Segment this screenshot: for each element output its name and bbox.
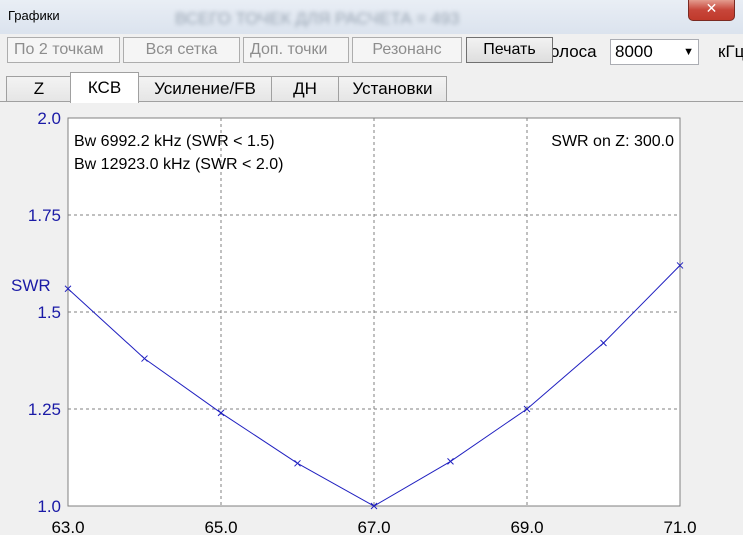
band-select[interactable]: 8000 ▼ xyxy=(610,39,699,65)
tab-gain-fb[interactable]: Усиление/FB xyxy=(138,76,272,102)
x-tick-label: 65.0 xyxy=(204,518,237,536)
background-window-title: ВСЕГО ТОЧЕК ДЛЯ РАСЧЕТА = 493 xyxy=(175,9,460,28)
toolbar: По 2 точкам Вся сетка Доп. точки Резонан… xyxy=(0,34,743,70)
window-title: Графики xyxy=(8,8,60,23)
resonance-button[interactable]: Резонанс xyxy=(352,37,462,63)
bandwidth-15-annotation: Bw 6992.2 kHz (SWR < 1.5) xyxy=(74,133,275,150)
y-tick-label: 1.25 xyxy=(28,400,61,419)
bandwidth-20-annotation: Bw 12923.0 kHz (SWR < 2.0) xyxy=(74,156,283,173)
tab-pattern[interactable]: ДН xyxy=(271,76,339,102)
y-tick-label: 1.5 xyxy=(37,303,61,322)
y-axis-label: SWR xyxy=(11,276,51,295)
two-points-button[interactable]: По 2 точкам xyxy=(7,37,120,63)
swr-on-z-annotation: SWR on Z: 300.0 xyxy=(551,133,674,150)
close-button[interactable]: ✕ xyxy=(688,0,735,21)
tab-z[interactable]: Z xyxy=(6,76,72,102)
swr-chart: 1.0 1.25 1.5 1.75 2.0 63.0 65.0 67.0 69.0 71.0 Bw… xyxy=(11,109,697,536)
y-tick-label: 2.0 xyxy=(37,109,61,128)
band-value: 8000 xyxy=(615,42,653,61)
x-tick-label: 67.0 xyxy=(357,518,390,536)
x-tick-label: 63.0 xyxy=(51,518,84,536)
print-button[interactable]: Печать xyxy=(466,37,553,63)
full-grid-button[interactable]: Вся сетка xyxy=(123,37,240,63)
band-unit: кГц xyxy=(718,42,743,61)
tab-settings[interactable]: Установки xyxy=(338,76,447,102)
y-tick-label: 1.0 xyxy=(37,497,61,516)
chart-panel: 1.0 1.25 1.5 1.75 2.0 63.0 65.0 67.0 69.0 71.0 Bw… xyxy=(0,101,743,536)
chevron-down-icon[interactable]: ▼ xyxy=(683,40,694,64)
x-tick-label: 71.0 xyxy=(663,518,696,536)
close-icon: ✕ xyxy=(705,1,718,17)
y-tick-label: 1.75 xyxy=(28,206,61,225)
extra-points-button[interactable]: Доп. точки xyxy=(243,37,349,63)
tab-bar: Z КСВ Усиление/FB ДН Установки xyxy=(0,70,743,103)
x-tick-label: 69.0 xyxy=(510,518,543,536)
band-label: олоса xyxy=(550,42,597,61)
tab-swr[interactable]: КСВ xyxy=(70,72,139,103)
title-bar: ВСЕГО ТОЧЕК ДЛЯ РАСЧЕТА = 493 Графики ✕ xyxy=(0,0,743,34)
